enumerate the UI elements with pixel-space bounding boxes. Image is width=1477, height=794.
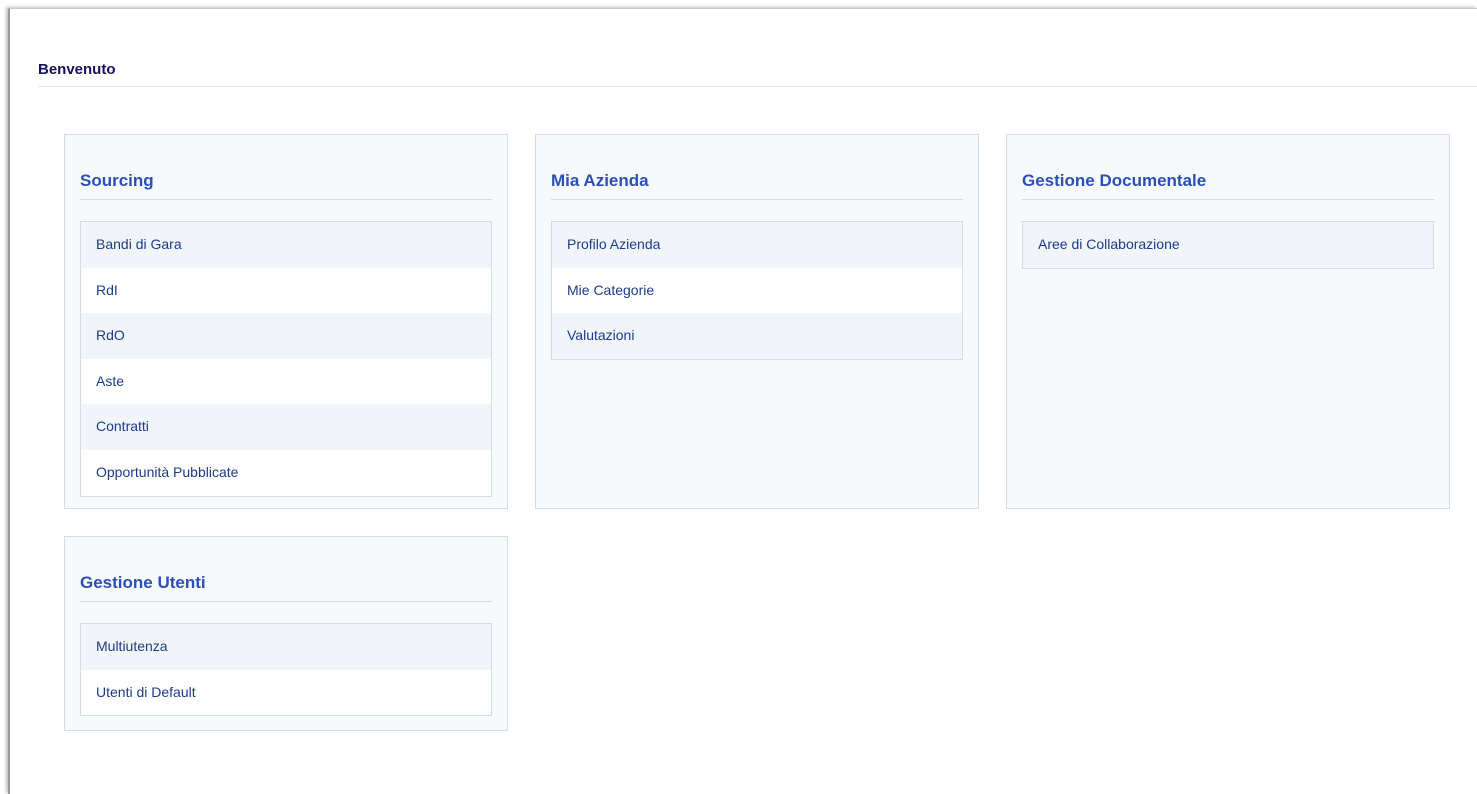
menu-item-aste[interactable]: Aste bbox=[81, 358, 491, 405]
gestione-documentale-menu: Aree di Collaborazione bbox=[1022, 221, 1434, 269]
mia-azienda-menu: Profilo Azienda Mie Categorie Valutazion… bbox=[551, 221, 963, 360]
menu-item-utenti-di-default[interactable]: Utenti di Default bbox=[81, 669, 491, 716]
menu-item-profilo-azienda[interactable]: Profilo Azienda bbox=[552, 222, 962, 268]
panel-divider bbox=[551, 199, 963, 200]
page-title: Benvenuto bbox=[38, 61, 116, 78]
panel-sourcing-title: Sourcing bbox=[80, 171, 154, 190]
menu-item-valutazioni[interactable]: Valutazioni bbox=[552, 313, 962, 359]
menu-item-rdo[interactable]: RdO bbox=[81, 313, 491, 359]
title-divider bbox=[38, 86, 1477, 87]
gestione-utenti-menu: Multiutenza Utenti di Default bbox=[80, 623, 492, 717]
menu-item-mie-categorie[interactable]: Mie Categorie bbox=[552, 267, 962, 314]
panel-divider bbox=[1022, 199, 1434, 200]
menu-item-multiutenza[interactable]: Multiutenza bbox=[81, 624, 491, 670]
panel-mia-azienda-title: Mia Azienda bbox=[551, 171, 649, 190]
panel-gestione-utenti-title: Gestione Utenti bbox=[80, 573, 206, 592]
panel-gestione-documentale: Gestione Documentale Aree di Collaborazi… bbox=[1006, 134, 1450, 509]
panel-gestione-documentale-title: Gestione Documentale bbox=[1022, 171, 1207, 190]
panel-divider bbox=[80, 199, 492, 200]
panel-divider bbox=[80, 601, 492, 602]
sourcing-menu: Bandi di Gara RdI RdO Aste Contratti Opp… bbox=[80, 221, 492, 497]
menu-item-rdi[interactable]: RdI bbox=[81, 267, 491, 314]
menu-item-aree-di-collaborazione[interactable]: Aree di Collaborazione bbox=[1023, 222, 1433, 268]
panel-mia-azienda: Mia Azienda Profilo Azienda Mie Categori… bbox=[535, 134, 979, 509]
menu-item-bandi-di-gara[interactable]: Bandi di Gara bbox=[81, 222, 491, 268]
menu-item-contratti[interactable]: Contratti bbox=[81, 404, 491, 450]
menu-item-opportunita-pubblicate[interactable]: Opportunità Pubblicate bbox=[81, 449, 491, 496]
panel-gestione-utenti: Gestione Utenti Multiutenza Utenti di De… bbox=[64, 536, 508, 731]
panel-sourcing: Sourcing Bandi di Gara RdI RdO Aste Cont… bbox=[64, 134, 508, 509]
content-frame: Benvenuto Sourcing Bandi di Gara RdI RdO… bbox=[8, 8, 1477, 794]
